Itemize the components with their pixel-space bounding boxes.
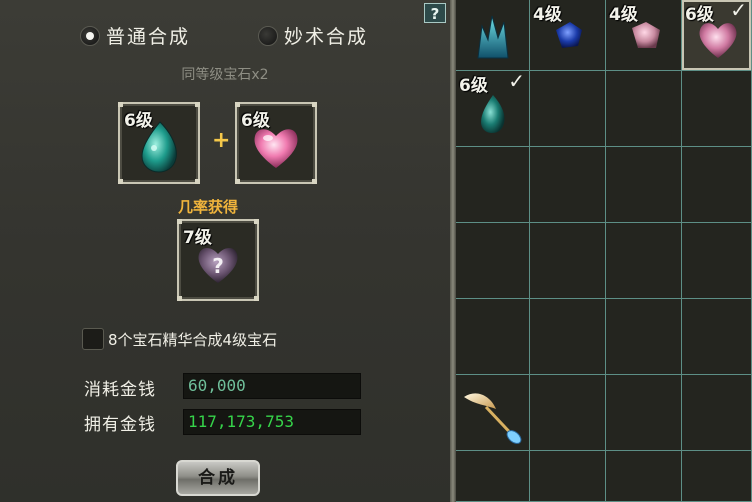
tab-normal-synthesis[interactable]: 普通合成 [80, 22, 190, 49]
result-level: 7级 [183, 228, 212, 248]
result-slot: ? 7级 [177, 219, 259, 301]
inventory-slot[interactable] [606, 299, 682, 375]
tab-normal-label: 普通合成 [106, 26, 191, 48]
essence-option[interactable]: 8个宝石精华合成4级宝石 [82, 328, 277, 350]
inventory-slot[interactable] [530, 71, 606, 147]
inventory-slot[interactable] [682, 451, 752, 502]
radio-selected-icon[interactable] [80, 25, 100, 46]
help-button[interactable]: ? [424, 3, 446, 23]
inventory-slot-level: 6级 [459, 76, 488, 96]
inventory-slot[interactable] [530, 147, 606, 223]
inventory-slot[interactable] [456, 223, 530, 299]
inventory-slot[interactable]: 6级 ✓ [682, 0, 752, 71]
essence-option-label: 8个宝石精华合成4级宝石 [108, 330, 278, 349]
input-slot-2[interactable]: 6级 [235, 102, 317, 184]
inventory-slot[interactable] [456, 375, 530, 451]
inventory-slot-level: 6级 [685, 5, 714, 25]
inventory-slot-level: 4级 [533, 5, 562, 25]
owned-label: 拥有金钱 [84, 415, 156, 435]
inventory-slot[interactable] [606, 375, 682, 451]
inventory-slot[interactable]: 6级 ✓ [456, 69, 530, 147]
inventory-slot[interactable] [456, 0, 530, 71]
cost-value: 60,000 [183, 373, 361, 399]
inventory-slot[interactable] [530, 299, 606, 375]
owned-value: 117,173,753 [183, 409, 361, 435]
svg-text:?: ? [212, 254, 224, 278]
inventory-slot-level: 4级 [609, 5, 638, 25]
input-slot-1[interactable]: 6级 [118, 102, 200, 184]
inventory-slot[interactable] [682, 375, 752, 451]
inventory-slot[interactable] [682, 71, 752, 147]
inventory-slot[interactable]: 4级 [606, 0, 682, 71]
inventory-slot[interactable] [682, 299, 752, 375]
result-chance-label: 几率获得 [178, 198, 239, 216]
radio-unselected-icon[interactable] [258, 25, 278, 46]
plus-sign: + [212, 128, 231, 153]
input-1-level: 6级 [124, 111, 153, 131]
synthesize-button[interactable]: 合成 [176, 460, 260, 496]
inventory-slot[interactable] [682, 147, 752, 223]
tab-magic-synthesis[interactable]: 妙术合成 [258, 22, 368, 49]
inventory-slot[interactable] [456, 147, 530, 223]
tab-magic-label: 妙术合成 [284, 26, 369, 48]
recipe-subtitle: 同等级宝石x2 [181, 67, 269, 83]
checkmark-icon: ✓ [508, 69, 525, 93]
essence-checkbox[interactable] [82, 328, 104, 350]
inventory-slot[interactable] [606, 147, 682, 223]
cost-label: 消耗金钱 [84, 380, 156, 400]
inventory-slot[interactable] [530, 451, 606, 502]
synthesis-panel: ? 普通合成 妙术合成 同等级宝石x2 6级 + 6级 几率获得 ? 7级 8个… [0, 0, 450, 502]
inventory-slot[interactable] [530, 223, 606, 299]
inventory-slot[interactable] [606, 223, 682, 299]
inventory-slot[interactable]: 4级 [530, 0, 606, 71]
inventory-slot[interactable] [456, 451, 530, 502]
inventory-slot[interactable] [530, 375, 606, 451]
inventory-slot[interactable] [606, 71, 682, 147]
inventory-slot[interactable] [682, 223, 752, 299]
inventory-slot[interactable] [456, 299, 530, 375]
inventory-grid: 4级 4级 6级 ✓ 6级 ✓ [456, 0, 752, 502]
checkmark-icon: ✓ [730, 0, 747, 22]
inventory-slot[interactable] [606, 451, 682, 502]
input-2-level: 6级 [241, 111, 270, 131]
